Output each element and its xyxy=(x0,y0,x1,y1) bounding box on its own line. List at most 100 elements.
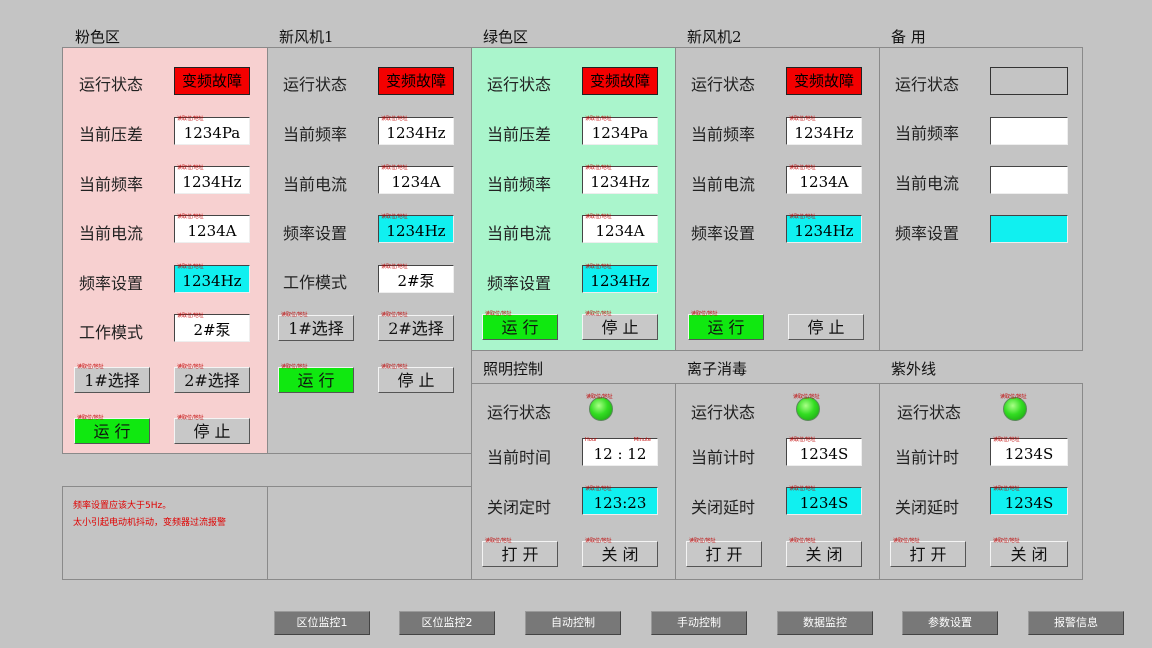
spare-current-value xyxy=(990,166,1068,194)
tag: 读取位/地址 xyxy=(177,165,204,171)
pink-select1-button[interactable]: 读取位/地址 1#选择 xyxy=(74,364,150,393)
pink-run-button[interactable]: 读取位/地址运 行 xyxy=(74,415,150,444)
button-label: 1#选择 xyxy=(288,319,344,338)
fan1-freq-set-input[interactable]: 读取位/地址 1234Hz xyxy=(378,214,454,243)
green-frequency-text: 1234Hz xyxy=(590,173,650,191)
spare-freq-set-input[interactable] xyxy=(990,215,1068,243)
tag: 读取位/地址 xyxy=(177,364,204,370)
tag: 读取位/地址 xyxy=(485,311,512,317)
pink-stop-button[interactable]: 读取位/地址停 止 xyxy=(174,415,250,444)
pink-frequency-label: 当前频率 xyxy=(79,175,144,194)
fan2-frequency-value: 读取位/地址 1234Hz xyxy=(786,116,862,145)
green-run-button[interactable]: 读取位/地址运 行 xyxy=(482,311,558,340)
ion-open-button[interactable]: 读取位/地址打 开 xyxy=(686,538,762,567)
fan1-title: 新风机1 xyxy=(279,28,334,46)
pink-frequency-text: 1234Hz xyxy=(182,173,242,191)
ion-delay-input[interactable]: 读取位/地址 1234S xyxy=(786,486,862,515)
uv-delay-input[interactable]: 读取位/地址 1234S xyxy=(990,486,1068,515)
tag: 读取位/地址 xyxy=(281,364,308,370)
tag: 读取位/地址 xyxy=(789,486,816,492)
pink-work-mode-text: 2#泵 xyxy=(193,321,231,339)
uv-delay-text: 1234S xyxy=(1004,494,1054,512)
ion-run-status-label: 运行状态 xyxy=(691,403,756,422)
green-current-text: 1234A xyxy=(595,222,645,240)
fan2-stop-button[interactable]: 停 止 xyxy=(788,314,864,340)
lighting-timer-input[interactable]: 读取位/地址 123:23 xyxy=(582,486,658,515)
green-frequency-value: 读取位/地址 1234Hz xyxy=(582,165,658,194)
green-pressure-text: 1234Pa xyxy=(591,124,649,142)
button-label: 打 开 xyxy=(909,545,947,564)
button-label: 2#选择 xyxy=(184,371,240,390)
spare-frequency-value xyxy=(990,117,1068,145)
green-freq-set-input[interactable]: 读取位/地址 1234Hz xyxy=(582,264,658,293)
nav-manual-control[interactable]: 手动控制 xyxy=(651,611,747,635)
nav-parameter-settings[interactable]: 参数设置 xyxy=(902,611,998,635)
spare-run-status-label: 运行状态 xyxy=(895,75,960,94)
tag: 读取位/地址 xyxy=(585,311,612,317)
tag: 读取位/地址 xyxy=(77,415,104,421)
nav-auto-control[interactable]: 自动控制 xyxy=(525,611,621,635)
fan1-stop-button[interactable]: 读取位/地址停 止 xyxy=(378,364,454,393)
green-stop-button[interactable]: 读取位/地址停 止 xyxy=(582,311,658,340)
fan2-run-button[interactable]: 读取位/地址运 行 xyxy=(688,311,764,340)
pink-fault-indicator: 变频故障 xyxy=(174,67,250,95)
tag: 读取位/地址 xyxy=(893,538,920,544)
button-label: 停 止 xyxy=(807,318,845,337)
button-label: 关 闭 xyxy=(1010,545,1048,564)
ion-delay-text: 1234S xyxy=(799,494,849,512)
fan2-frequency-label: 当前频率 xyxy=(691,125,756,144)
tag: 读取位/地址 xyxy=(1000,394,1027,400)
spare-freq-set-label: 频率设置 xyxy=(895,224,960,243)
tag: 读取位/地址 xyxy=(177,214,204,220)
fan1-select2-button[interactable]: 读取位/地址 2#选择 xyxy=(378,312,454,341)
button-label: 停 止 xyxy=(193,422,231,441)
nav-zone-monitor-1[interactable]: 区位监控1 xyxy=(274,611,370,635)
green-freq-set-label: 频率设置 xyxy=(487,274,552,293)
button-label: 打 开 xyxy=(501,545,539,564)
tag: 读取位/地址 xyxy=(789,214,816,220)
tag: 读取位/地址 xyxy=(586,394,613,400)
fan1-frequency-label: 当前频率 xyxy=(283,125,348,144)
pink-select2-button[interactable]: 读取位/地址 2#选择 xyxy=(174,364,250,393)
pink-current-label: 当前电流 xyxy=(79,224,144,243)
ion-count-value: 读取位/地址 1234S xyxy=(786,437,862,466)
blank-panel xyxy=(267,486,472,580)
green-current-value: 读取位/地址 1234A xyxy=(582,214,658,243)
tag: 读取位/地址 xyxy=(177,116,204,122)
lighting-open-button[interactable]: 读取位/地址打 开 xyxy=(482,538,558,567)
uv-close-button[interactable]: 读取位/地址关 闭 xyxy=(990,538,1068,567)
spare-current-label: 当前电流 xyxy=(895,174,960,193)
pink-current-text: 1234A xyxy=(187,222,237,240)
green-freq-set-text: 1234Hz xyxy=(590,272,650,290)
nav-data-monitor[interactable]: 数据监控 xyxy=(777,611,873,635)
button-label: 打 开 xyxy=(705,545,743,564)
pink-freq-set-input[interactable]: 读取位/地址 1234Hz xyxy=(174,264,250,293)
tag: 读取位/地址 xyxy=(689,538,716,544)
spare-frequency-label: 当前频率 xyxy=(895,124,960,143)
fan1-run-button[interactable]: 读取位/地址运 行 xyxy=(278,364,354,393)
ion-delay-label: 关闭延时 xyxy=(691,498,756,517)
tag: 读取位/地址 xyxy=(585,264,612,270)
pink-work-mode-value: 读取位/地址 2#泵 xyxy=(174,313,250,342)
uv-open-button[interactable]: 读取位/地址打 开 xyxy=(890,538,966,567)
fan1-fault-indicator: 变频故障 xyxy=(378,67,454,95)
fan2-frequency-text: 1234Hz xyxy=(794,124,854,142)
uv-count-label: 当前计时 xyxy=(895,448,960,467)
nav-alarm-info[interactable]: 报警信息 xyxy=(1028,611,1124,635)
fan1-select1-button[interactable]: 读取位/地址 1#选择 xyxy=(278,312,354,341)
tag: 读取位/地址 xyxy=(789,116,816,122)
tag: 读取位/地址 xyxy=(381,165,408,171)
lighting-close-button[interactable]: 读取位/地址关 闭 xyxy=(582,538,658,567)
uv-status-lamp: 读取位/地址 xyxy=(1000,394,1027,421)
green-run-status-label: 运行状态 xyxy=(487,75,552,94)
button-label: 关 闭 xyxy=(601,545,639,564)
tag: 读取位/地址 xyxy=(381,364,408,370)
fan2-current-text: 1234A xyxy=(799,173,849,191)
fan2-freq-set-input[interactable]: 读取位/地址 1234Hz xyxy=(786,214,862,243)
tag: 读取位/地址 xyxy=(585,116,612,122)
nav-zone-monitor-2[interactable]: 区位监控2 xyxy=(399,611,495,635)
tag: 读取位/地址 xyxy=(381,312,408,318)
fan1-work-mode-label: 工作模式 xyxy=(283,273,348,292)
ion-close-button[interactable]: 读取位/地址关 闭 xyxy=(786,538,862,567)
pink-pressure-label: 当前压差 xyxy=(79,125,144,144)
